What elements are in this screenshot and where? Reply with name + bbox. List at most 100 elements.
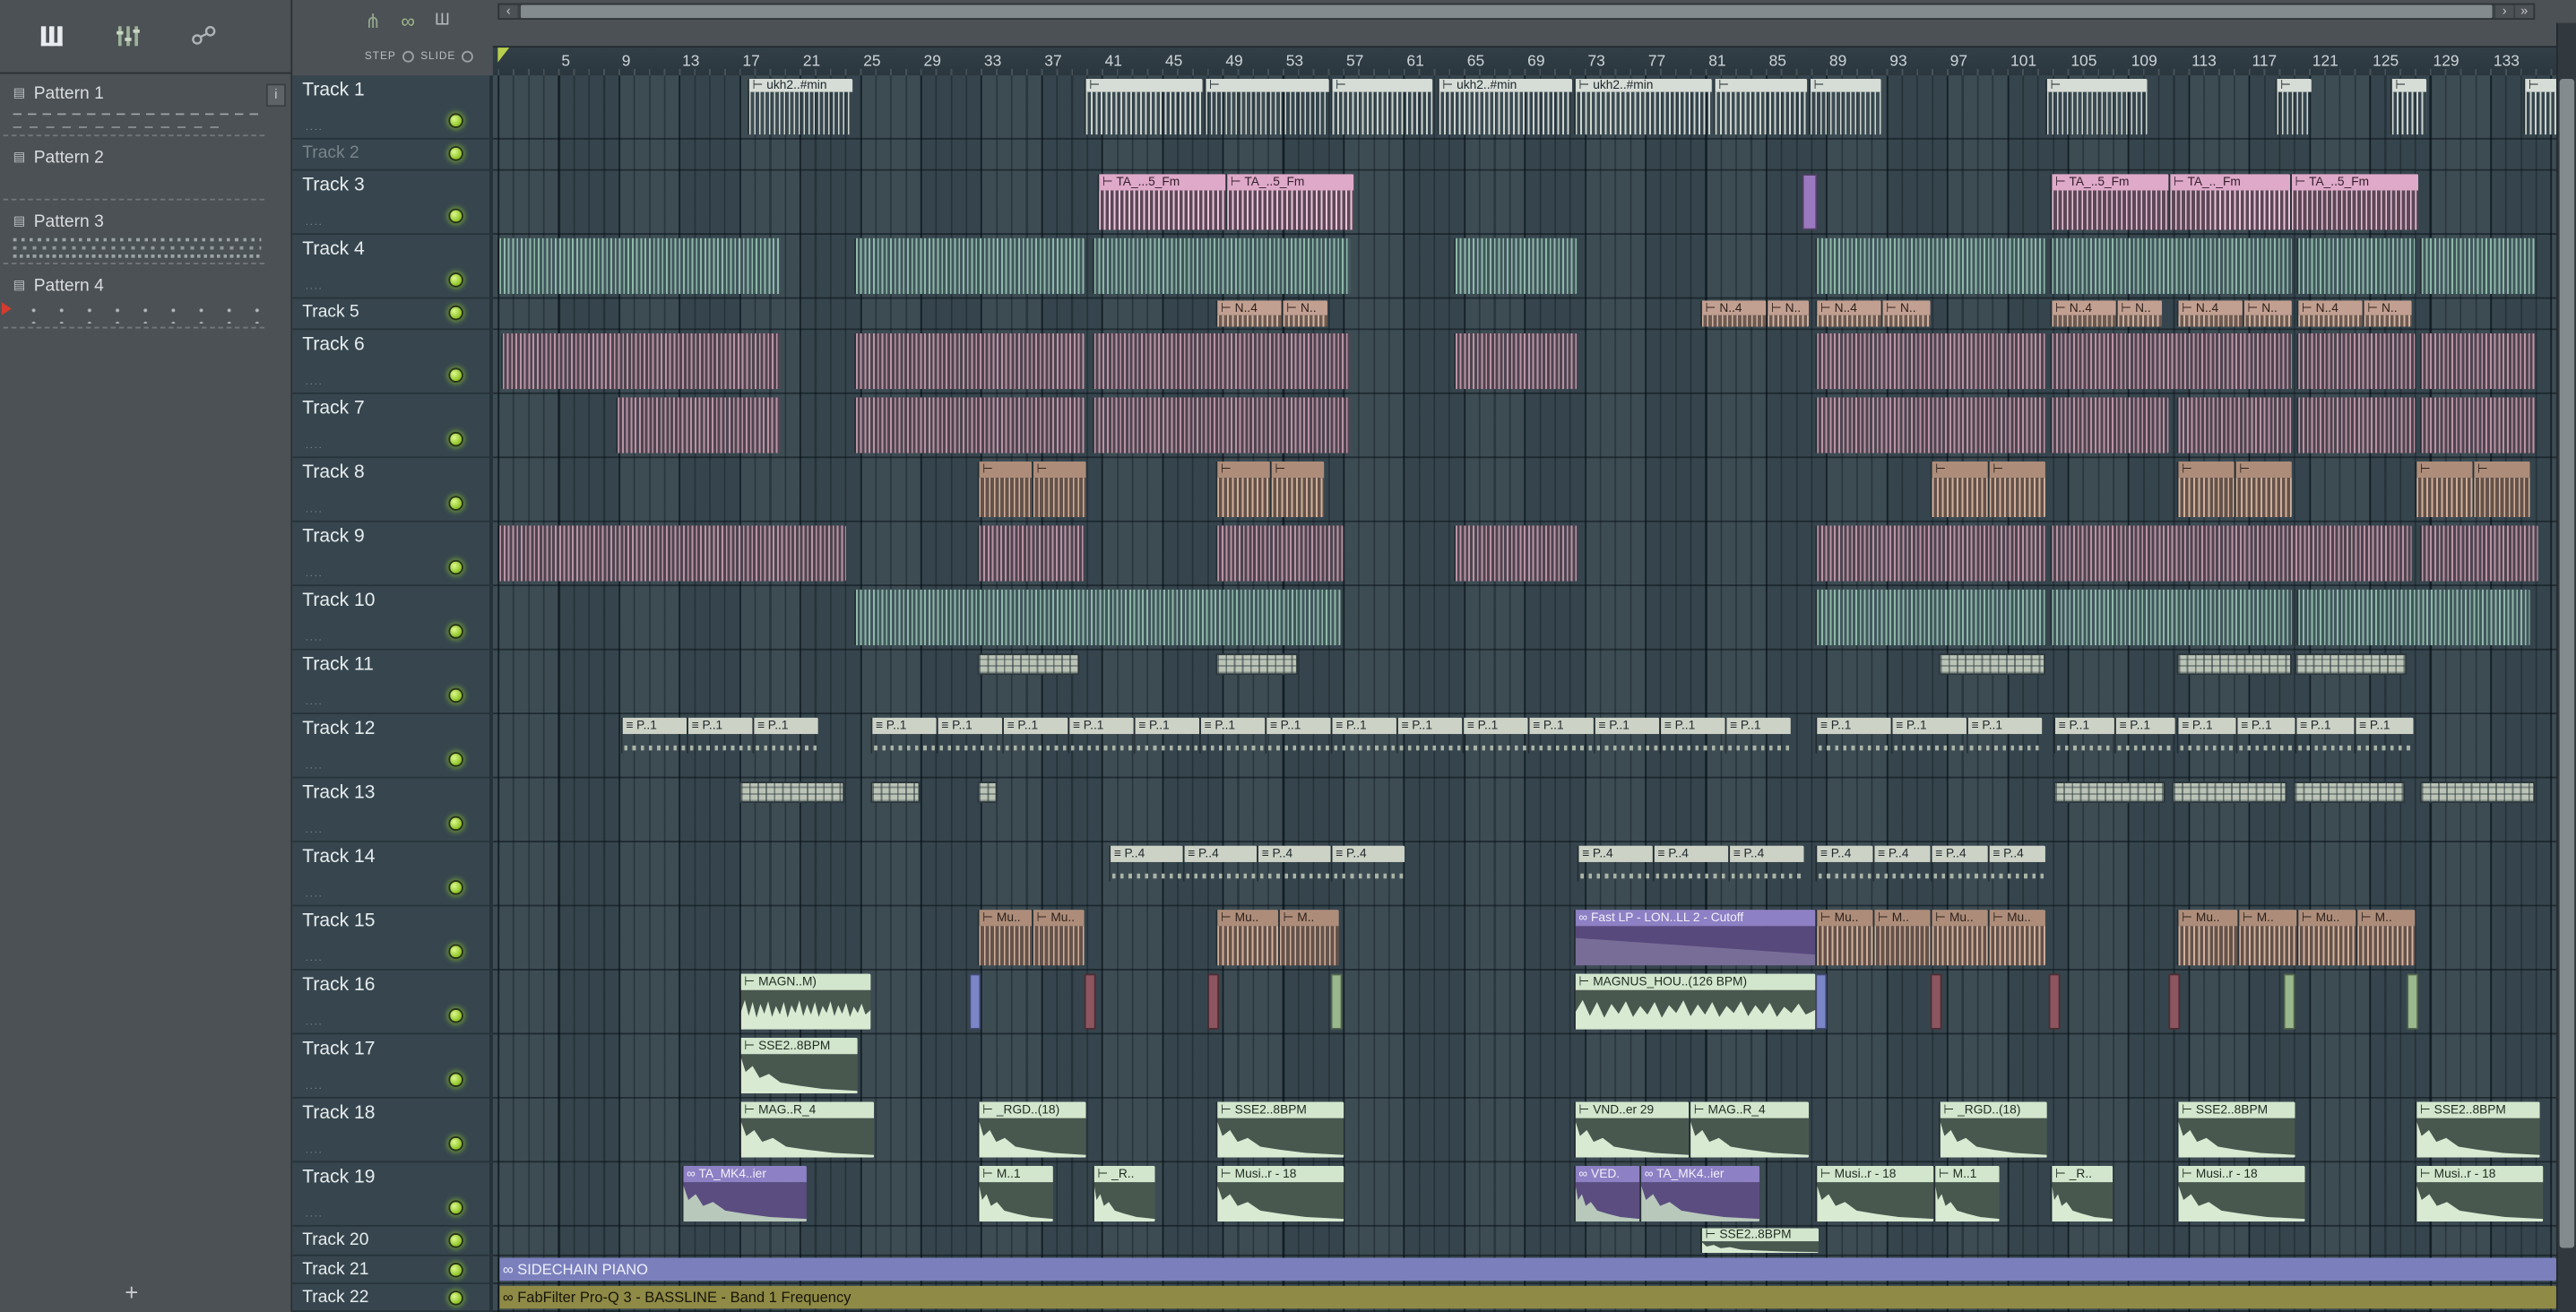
track-header-10[interactable]: Track 10.... [292, 586, 493, 651]
track-header-13[interactable]: Track 13.... [292, 779, 493, 842]
grid-view-icon[interactable]: Ш [435, 6, 450, 36]
clip[interactable] [1092, 397, 1351, 453]
clip[interactable] [1215, 525, 1344, 582]
clip[interactable] [2048, 973, 2061, 1030]
track-header-8[interactable]: Track 8.... [292, 458, 493, 522]
clip[interactable]: ⊢ [2523, 78, 2556, 135]
clip[interactable]: ≡ P..1 [2114, 717, 2175, 755]
clip[interactable]: ⊢ [1987, 461, 2045, 518]
clip[interactable]: ≡ P..4 [1257, 845, 1331, 882]
track-led[interactable] [448, 752, 463, 767]
clip[interactable] [2296, 397, 2416, 453]
clip[interactable]: ⊢ SSE2..8BPM [2176, 1101, 2295, 1158]
clip[interactable]: ≡ P..1 [1396, 717, 1463, 755]
track-header-6[interactable]: Track 6.... [292, 330, 493, 394]
clip[interactable] [2295, 653, 2407, 676]
clip[interactable] [2050, 332, 2292, 390]
track-header-11[interactable]: Track 11.... [292, 651, 493, 715]
clip[interactable]: ⊢ N..4 [1215, 300, 1282, 327]
track-header-4[interactable]: Track 4.... [292, 235, 493, 299]
pattern-item-2[interactable]: ▤ Pattern 2 [3, 144, 265, 201]
clip[interactable]: ⊢ [1084, 78, 1203, 135]
clip[interactable]: ⊢ ukh2..#min [1437, 78, 1573, 135]
clip[interactable]: ⊢ TA_.._Fm [2168, 174, 2291, 230]
clip[interactable] [854, 397, 1085, 453]
track-led[interactable] [448, 559, 463, 575]
clip[interactable]: ≡ P..1 [1330, 717, 1396, 755]
track-led[interactable] [448, 113, 463, 128]
clip[interactable]: ⊢ _RGD..(18) [977, 1101, 1086, 1158]
clip[interactable]: ⊢ TA_...5_Fm [1097, 174, 1226, 230]
clip[interactable] [739, 781, 845, 803]
mixer-icon[interactable] [112, 22, 145, 51]
step-label[interactable]: STEP [365, 51, 396, 63]
clip[interactable]: ⊢ Mu.. [1930, 910, 1988, 966]
clip[interactable]: ⊢ [2234, 461, 2292, 518]
track-led[interactable] [448, 1200, 463, 1215]
clip[interactable] [1454, 237, 1578, 294]
clip[interactable] [1815, 525, 2045, 582]
vertical-scroll-thumb[interactable] [2559, 78, 2575, 1248]
clip[interactable] [2050, 525, 2412, 582]
clip[interactable] [1815, 589, 2045, 646]
clip[interactable]: ⊢ N..4 [2296, 300, 2363, 327]
clip[interactable]: ∞ VED. [1573, 1165, 1640, 1222]
clip[interactable]: ⊢ N.. [2115, 300, 2163, 327]
step-radio[interactable] [402, 50, 414, 63]
clip[interactable]: ⊢ [2044, 78, 2148, 135]
clip[interactable]: ⊢ [1713, 78, 1808, 135]
track-led[interactable] [448, 880, 463, 895]
clip[interactable]: ⊢ Mu.. [977, 910, 1033, 966]
clip[interactable]: ≡ P..1 [1068, 717, 1134, 755]
clip[interactable]: ⊢ Mu.. [2176, 910, 2238, 966]
track-header-19[interactable]: Track 19.... [292, 1162, 493, 1227]
clip[interactable]: ⊢ [2472, 461, 2530, 518]
track-led[interactable] [448, 367, 463, 383]
slide-radio[interactable] [462, 50, 474, 63]
track-header-7[interactable]: Track 7.... [292, 394, 493, 459]
track-header-18[interactable]: Track 18.... [292, 1099, 493, 1163]
clip[interactable]: ⊢ MAGNUS_HOU..(126 BPM) [1573, 973, 1816, 1030]
clip[interactable]: ⊢ [2415, 461, 2473, 518]
clip[interactable]: ≡ P..1 [1659, 717, 1725, 755]
clip[interactable] [2176, 397, 2292, 453]
clip[interactable]: ⊢ M.. [1872, 910, 1931, 966]
clip[interactable] [2050, 397, 2169, 453]
clip[interactable]: ⊢ [2390, 78, 2427, 135]
clip[interactable]: ⊢ MAG..R_4 [1689, 1101, 1810, 1158]
track-header-1[interactable]: Track 1.... [292, 75, 493, 140]
playlist-grid[interactable]: ⊢ ukh2..#min ⊢ ⊢ ⊢ ⊢ ukh2..#min ⊢ ukh2..#m… [492, 75, 2556, 1312]
clip[interactable] [2296, 589, 2530, 646]
pattern-item-3[interactable]: ▤ Pattern 3 [3, 209, 265, 265]
clip[interactable]: ⊢ ukh2..#min [747, 78, 853, 135]
track-header-2[interactable]: Track 2 [292, 140, 493, 171]
track-header-22[interactable]: Track 22 [292, 1284, 493, 1312]
clip[interactable]: ⊢ M..1 [977, 1165, 1053, 1222]
clip[interactable] [2053, 781, 2165, 803]
automation-icon[interactable] [187, 22, 220, 51]
clip[interactable]: ⊢ N.. [1281, 300, 1327, 327]
clip[interactable]: ⊢ [2275, 78, 2312, 135]
clip[interactable] [1215, 653, 1298, 676]
timeline-ruler[interactable]: 5 9 13 17 21 25 29 33 37 41 45 49 53 57 61 65 69 73 77 81 85… [492, 46, 2576, 76]
clip[interactable]: ∞ TA_MK4..ier [1639, 1165, 1760, 1222]
clip[interactable] [2050, 237, 2292, 294]
clip[interactable]: ⊢ [1809, 78, 1881, 135]
track-header-20[interactable]: Track 20 [292, 1227, 493, 1256]
clip[interactable]: ⊢ ukh2..#min [1573, 78, 1712, 135]
track-led[interactable] [448, 1290, 463, 1306]
clip[interactable]: ⊢ N..4 [2176, 300, 2243, 327]
clip[interactable]: ⊢ M.. [1277, 910, 1339, 966]
track-led[interactable] [448, 431, 463, 447]
clip[interactable] [1454, 332, 1578, 390]
clip[interactable] [2419, 781, 2536, 803]
clip[interactable]: ⊢ N.. [1880, 300, 1931, 327]
clip[interactable]: ≡ P..1 [936, 717, 1003, 755]
clip[interactable]: ≡ P..1 [2295, 717, 2355, 755]
clip[interactable] [2407, 973, 2419, 1030]
track-header-15[interactable]: Track 15.... [292, 906, 493, 971]
clip[interactable] [854, 332, 1085, 390]
clip[interactable]: ∞ SIDECHAIN PIANO [497, 1257, 2556, 1282]
track-led[interactable] [448, 1233, 463, 1248]
clip[interactable] [2176, 653, 2292, 676]
